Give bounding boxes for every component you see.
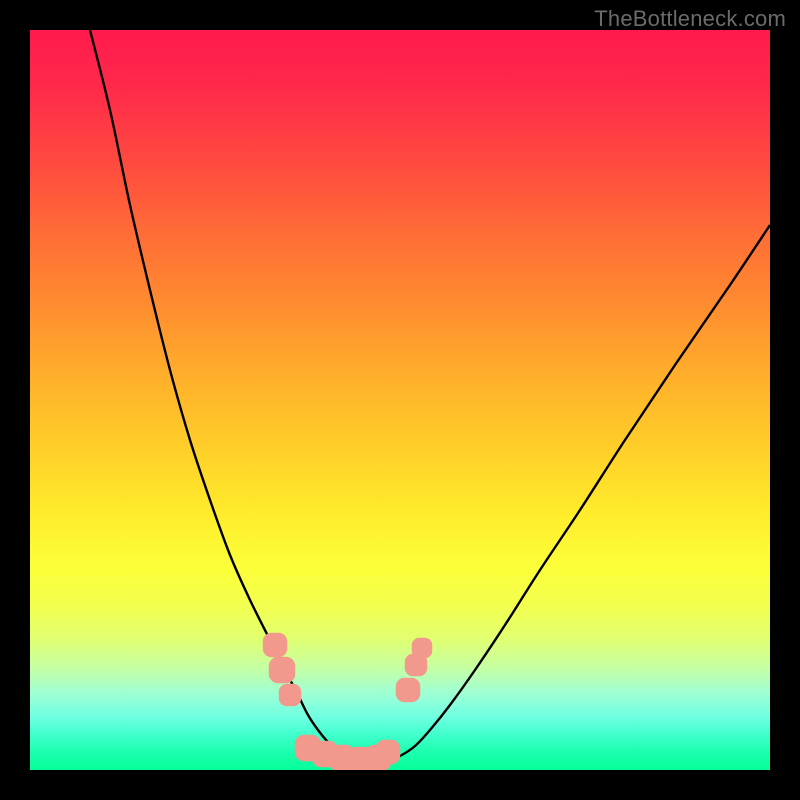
curve-right-branch xyxy=(370,225,770,765)
plot-svg xyxy=(30,30,770,770)
data-marker xyxy=(269,657,295,683)
data-marker xyxy=(263,633,287,657)
chart-frame: TheBottleneck.com xyxy=(0,0,800,800)
data-marker xyxy=(279,684,301,706)
marker-layer xyxy=(263,633,432,770)
curve-left-branch xyxy=(90,30,370,765)
watermark-text: TheBottleneck.com xyxy=(594,6,786,32)
data-marker xyxy=(396,678,420,702)
data-marker xyxy=(412,638,432,658)
plot-area xyxy=(30,30,770,770)
data-marker xyxy=(376,740,400,764)
